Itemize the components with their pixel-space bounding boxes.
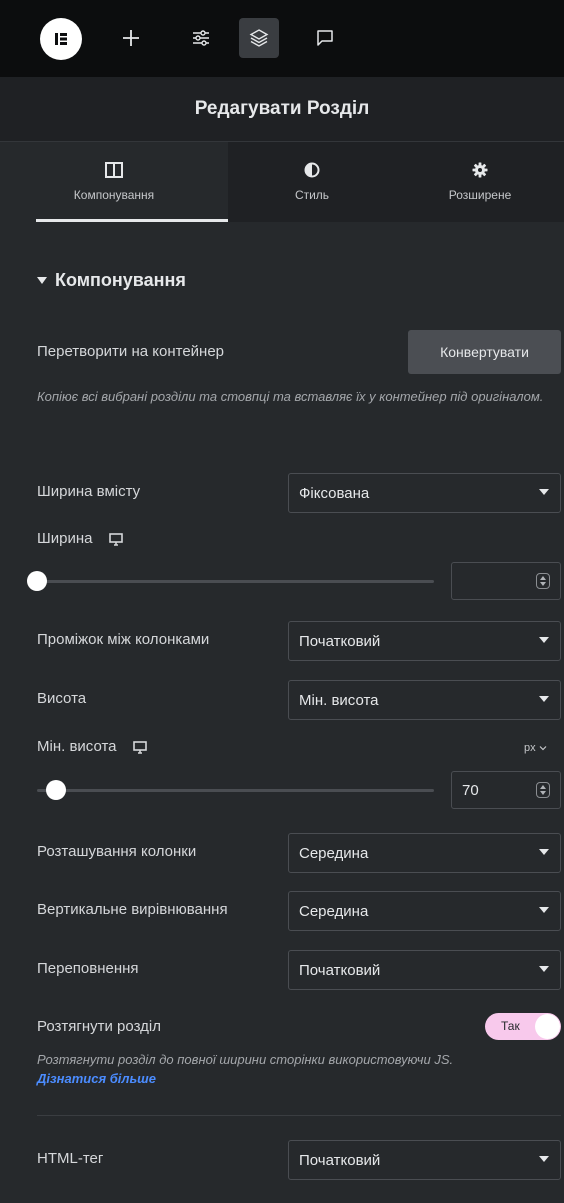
vertical-align-label: Вертикальне вирівнювання <box>37 901 228 918</box>
top-toolbar <box>0 0 564 77</box>
column-position-select[interactable]: Середина <box>288 833 561 873</box>
section-title: Компонування <box>55 270 186 290</box>
chevron-down-icon <box>539 966 549 972</box>
caret-down-icon <box>37 277 47 284</box>
select-value: Середина <box>299 902 369 920</box>
layers-icon <box>249 29 269 47</box>
comments-button[interactable] <box>305 18 345 58</box>
content-width-select[interactable]: Фіксована <box>288 473 561 513</box>
select-value: Фіксована <box>299 484 370 502</box>
overflow-label: Переповнення <box>37 960 139 977</box>
learn-more-link[interactable]: Дізнатися більше <box>37 1071 156 1086</box>
sliders-icon <box>193 30 209 46</box>
tab-advanced[interactable]: Розширене <box>396 142 564 222</box>
height-select[interactable]: Мін. висота <box>288 680 561 720</box>
divider <box>37 1115 561 1116</box>
chat-icon <box>317 30 333 46</box>
chevron-down-icon <box>539 489 549 495</box>
tab-layout[interactable]: Компонування <box>0 142 228 222</box>
stretch-label: Розтягнути розділ <box>37 1018 161 1035</box>
stepper-icon[interactable] <box>536 573 550 589</box>
vertical-align-select[interactable]: Середина <box>288 891 561 931</box>
width-slider-track[interactable] <box>37 580 434 583</box>
width-label-row: Ширина <box>37 530 123 547</box>
gear-icon <box>472 162 488 178</box>
convert-button[interactable]: Конвертувати <box>408 330 561 374</box>
desktop-icon[interactable] <box>108 532 123 546</box>
stretch-note-text: Розтягнути розділ до повної ширини сторі… <box>37 1052 454 1067</box>
convert-note: Копіює всі вибрані розділи та стовпці та… <box>37 389 544 404</box>
column-gap-select[interactable]: Початковий <box>288 621 561 661</box>
plus-icon <box>123 30 139 46</box>
content-width-label: Ширина вмісту <box>37 483 141 500</box>
overflow-select[interactable]: Початковий <box>288 950 561 990</box>
panel-header: Редагувати Розділ <box>0 77 564 142</box>
unit-select[interactable]: px <box>524 742 547 754</box>
active-tab-indicator <box>36 219 228 222</box>
elementor-logo-button[interactable] <box>40 18 82 60</box>
chevron-down-icon <box>539 696 549 702</box>
select-value: Мін. висота <box>299 691 379 709</box>
select-value: Початковий <box>299 1151 381 1169</box>
toggle-label: Так <box>501 1019 520 1033</box>
min-height-number-input[interactable]: 70 <box>451 771 561 809</box>
select-value: Середина <box>299 844 369 862</box>
column-position-label: Розташування колонки <box>37 843 197 860</box>
chevron-down-icon <box>539 849 549 855</box>
stretch-toggle[interactable]: Так <box>485 1013 561 1040</box>
min-height-label-row: Мін. висота <box>37 738 147 755</box>
editor-panel: Редагувати Розділ Компонування Стиль Роз… <box>0 0 564 1203</box>
chevron-down-icon <box>539 637 549 643</box>
min-height-slider-handle[interactable] <box>46 780 66 800</box>
width-number-input[interactable] <box>451 562 561 600</box>
min-height-slider-track[interactable] <box>37 789 434 792</box>
min-height-label: Мін. висота <box>37 738 117 755</box>
section-toggle-layout[interactable]: Компонування <box>37 270 186 291</box>
chevron-down-icon <box>539 907 549 913</box>
tab-style[interactable]: Стиль <box>228 142 396 222</box>
min-height-value: 70 <box>462 781 479 799</box>
site-settings-button[interactable] <box>181 18 221 58</box>
unit-value: px <box>524 742 536 754</box>
tab-label: Компонування <box>73 188 155 202</box>
toggle-knob <box>535 1014 560 1039</box>
html-tag-select[interactable]: Початковий <box>288 1140 561 1180</box>
columns-icon <box>105 162 123 178</box>
width-slider-handle[interactable] <box>27 571 47 591</box>
desktop-icon[interactable] <box>132 740 147 754</box>
stretch-note: Розтягнути розділ до повної ширини сторі… <box>37 1050 547 1088</box>
structure-button[interactable] <box>239 18 279 58</box>
select-value: Початковий <box>299 632 381 650</box>
chevron-down-icon <box>539 746 547 751</box>
html-tag-label: HTML-тег <box>37 1150 104 1167</box>
width-label: Ширина <box>37 530 93 547</box>
contrast-icon <box>304 162 320 178</box>
height-label: Висота <box>37 690 87 707</box>
panel-tabs: Компонування Стиль Розширене <box>0 142 564 222</box>
tab-label: Стиль <box>294 188 330 202</box>
add-element-button[interactable] <box>111 18 151 58</box>
tab-label: Розширене <box>448 188 512 202</box>
column-gap-label: Проміжок між колонками <box>37 631 210 648</box>
chevron-down-icon <box>539 1156 549 1162</box>
select-value: Початковий <box>299 961 381 979</box>
elementor-logo-icon <box>55 33 67 45</box>
convert-label: Перетворити на контейнер <box>37 343 225 360</box>
stepper-icon[interactable] <box>536 782 550 798</box>
panel-title: Редагувати Розділ <box>194 98 370 119</box>
